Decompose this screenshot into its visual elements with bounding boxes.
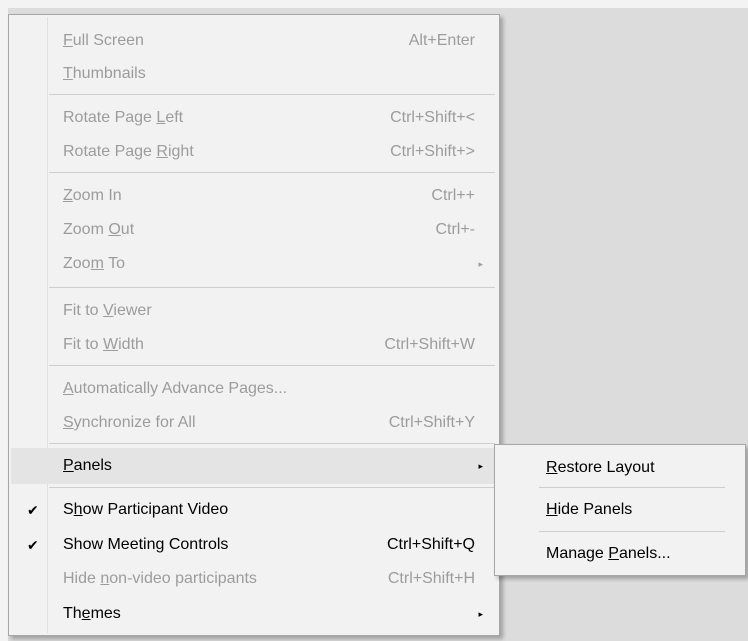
menu-separator: [539, 487, 725, 488]
menu-item-zoom-in[interactable]: Zoom In Ctrl++: [11, 178, 497, 214]
menu-item-shortcut: Ctrl+Shift+H: [387, 570, 475, 587]
menu-separator: [49, 487, 495, 488]
menu-item-label: Show Participant Video: [63, 501, 229, 518]
menu-item-label: Fit to Viewer: [63, 302, 152, 319]
menu-item-label: Zoom To: [63, 255, 125, 272]
menu-item-shortcut: Alt+Enter: [408, 32, 475, 49]
menu-item-zoom-out[interactable]: Zoom Out Ctrl+-: [11, 212, 497, 248]
checkmark-icon: ✔: [27, 501, 39, 518]
menu-item-synchronize-for-all[interactable]: Synchronize for All Ctrl+Shift+Y: [11, 405, 497, 441]
submenu-arrow-icon: ▸: [478, 460, 483, 471]
menu-item-label: Zoom In: [63, 187, 122, 204]
menu-separator: [539, 531, 725, 532]
menu-separator: [49, 94, 495, 95]
menu-item-hide-non-video-participants[interactable]: Hide non-video participants Ctrl+Shift+H: [11, 561, 497, 597]
menu-item-label: Themes: [63, 605, 121, 622]
menu-item-label: Panels: [63, 457, 112, 474]
menu-item-label: Full Screen: [63, 32, 144, 49]
submenu-item-manage-panels[interactable]: Manage Panels...: [496, 533, 744, 575]
panels-submenu: Restore Layout Hide Panels Manage Panels…: [494, 444, 746, 576]
menu-item-fit-to-viewer[interactable]: Fit to Viewer: [11, 293, 497, 329]
checkmark-icon: ✔: [27, 536, 39, 553]
menu-item-panels[interactable]: Panels ▸: [11, 448, 497, 484]
menu-separator: [49, 172, 495, 173]
menu-item-shortcut: Ctrl+Shift+Y: [388, 414, 475, 431]
menu-item-shortcut: Ctrl+Shift+W: [384, 336, 475, 353]
submenu-arrow-icon: ▸: [478, 258, 483, 269]
menu-item-auto-advance-pages[interactable]: Automatically Advance Pages...: [11, 371, 497, 407]
menu-item-rotate-page-left[interactable]: Rotate Page Left Ctrl+Shift+<: [11, 100, 497, 136]
menu-item-shortcut: Ctrl+-: [435, 221, 475, 238]
menu-item-label: Manage Panels...: [546, 545, 671, 562]
submenu-item-hide-panels[interactable]: Hide Panels: [496, 489, 744, 531]
menu-item-rotate-page-right[interactable]: Rotate Page Right Ctrl+Shift+>: [11, 134, 497, 170]
menu-item-zoom-to[interactable]: Zoom To ▸: [11, 246, 497, 282]
menu-item-label: Rotate Page Left: [63, 109, 184, 126]
menu-item-label: Hide non-video participants: [63, 570, 257, 587]
menu-item-show-meeting-controls[interactable]: ✔ Show Meeting Controls Ctrl+Shift+Q: [11, 527, 497, 563]
menu-item-label: Hide Panels: [546, 501, 633, 518]
menu-item-label: Rotate Page Right: [63, 143, 194, 160]
menu-item-label: Show Meeting Controls: [63, 536, 229, 553]
menu-separator: [49, 287, 495, 288]
menu-item-full-screen[interactable]: Full Screen Alt+Enter: [11, 23, 497, 59]
window-left-strip: [0, 0, 8, 641]
menu-item-label: Automatically Advance Pages...: [63, 380, 288, 397]
menu-item-shortcut: Ctrl+Shift+>: [390, 143, 475, 160]
menu-item-label: Synchronize for All: [63, 414, 196, 431]
view-context-menu: Full Screen Alt+Enter Thumbnails Rotate …: [8, 14, 500, 636]
menu-item-label: Zoom Out: [63, 221, 135, 238]
menu-item-label: Restore Layout: [546, 459, 655, 476]
menu-item-shortcut: Ctrl+Shift+<: [390, 109, 475, 126]
menu-item-label: Fit to Width: [63, 336, 144, 353]
menu-item-shortcut: Ctrl++: [431, 187, 475, 204]
submenu-arrow-icon: ▸: [478, 608, 483, 619]
menu-item-show-participant-video[interactable]: ✔ Show Participant Video: [11, 492, 497, 528]
menu-item-thumbnails[interactable]: Thumbnails: [11, 56, 497, 92]
menu-item-themes[interactable]: Themes ▸: [11, 596, 497, 632]
window-top-strip: [0, 0, 748, 8]
menu-separator: [49, 443, 495, 444]
menu-item-shortcut: Ctrl+Shift+Q: [386, 536, 475, 553]
menu-item-fit-to-width[interactable]: Fit to Width Ctrl+Shift+W: [11, 327, 497, 363]
menu-separator: [49, 365, 495, 366]
menu-item-label: Thumbnails: [63, 65, 146, 82]
submenu-item-restore-layout[interactable]: Restore Layout: [496, 447, 744, 489]
